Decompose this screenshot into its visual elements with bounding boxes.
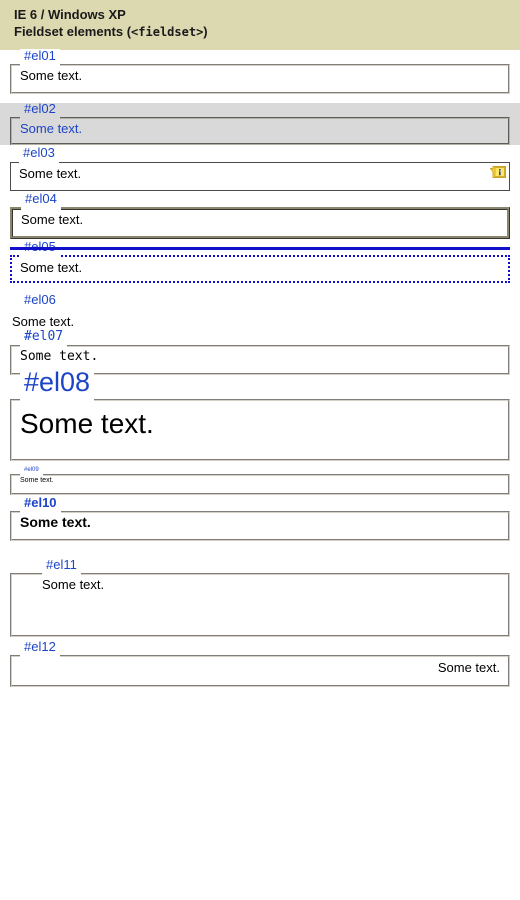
fieldset-body-el09: Some text. — [20, 477, 54, 484]
page-title-suffix: ) — [203, 24, 208, 39]
legend-el11: #el11 — [42, 557, 81, 572]
legend-el07: #el07 — [20, 329, 68, 344]
info-icon[interactable] — [489, 165, 506, 179]
fieldset-el10: #el10 Some text. — [10, 495, 510, 541]
fieldset-el06: #el06 Some text. — [10, 293, 510, 330]
fieldset-body-el07: Some text. — [20, 348, 99, 364]
top-border-rule — [10, 246, 510, 250]
header-line-platform: IE 6 / Windows XP — [14, 6, 506, 23]
legend-el01: #el01 — [20, 48, 60, 63]
fieldset-el11: #el11 Some text. — [10, 557, 510, 637]
page-title-code: <fieldset> — [131, 25, 204, 39]
legend-el12: #el12 — [20, 639, 60, 654]
legend-el04: #el04 — [21, 191, 61, 206]
fieldset-el02: #el02 Some text. — [10, 101, 510, 145]
fieldset-body-el08: Some text. — [20, 408, 154, 440]
legend-el09: #el09 — [20, 466, 43, 474]
fieldset-body-el06: Some text. — [12, 314, 75, 329]
fieldset-el09: #el09 Some text. — [10, 466, 510, 495]
fieldset-body-el02: Some text. — [20, 120, 83, 136]
fieldset-body-el12: Some text. — [437, 659, 500, 675]
header-platform-text: IE 6 / Windows XP — [14, 7, 126, 22]
legend-el03: #el03 — [19, 145, 59, 160]
fieldset-body-el10: Some text. — [20, 513, 91, 530]
fieldset-el01: #el01 Some text. — [10, 48, 510, 94]
fieldset-el04: #el04 Some text. — [10, 191, 510, 239]
fieldset-body-el04: Some text. — [21, 211, 84, 227]
fieldset-el03: #el03 Some text. — [10, 145, 510, 191]
fieldset-body-el03: Some text. — [19, 165, 82, 181]
legend-el02: #el02 — [24, 100, 56, 116]
page-title-prefix: Fieldset elements ( — [14, 24, 132, 39]
fieldset-body-el01: Some text. — [20, 67, 83, 83]
legend-el10: #el10 — [20, 495, 61, 510]
fieldset-el02-background-band: #el02 Some text. — [0, 101, 520, 145]
fieldset-body-el11: Some text. — [42, 576, 105, 592]
page-header: IE 6 / Windows XP Fieldset elements (<fi… — [0, 0, 520, 50]
legend-el06: #el06 — [20, 293, 60, 307]
fieldset-el12: #el12 Some text. — [10, 639, 510, 687]
fieldset-el08: #el08 Some text. — [10, 368, 510, 461]
fieldset-body-el05: Some text. — [20, 259, 83, 275]
legend-el08: #el08 — [20, 368, 95, 398]
header-line-title: Fieldset elements (<fieldset>) — [14, 23, 506, 41]
fieldset-el05: #el05 Some text. — [10, 239, 510, 283]
